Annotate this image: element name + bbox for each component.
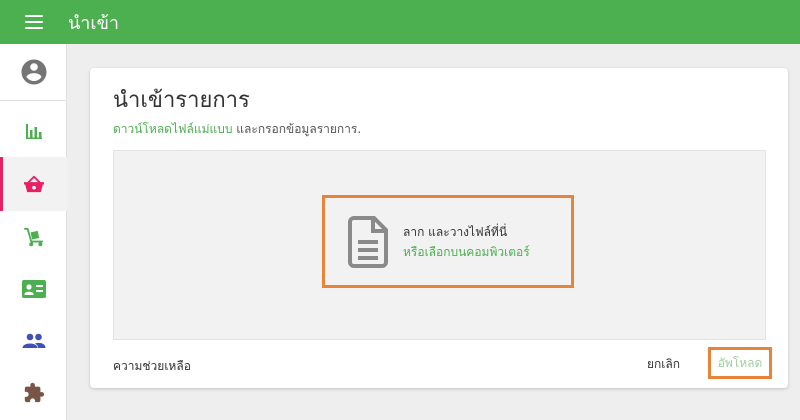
- import-card: นำเข้ารายการ ดาวน์โหลดไฟล์แม่แบบ และกรอก…: [90, 68, 788, 388]
- app-title: นำเข้า: [68, 12, 119, 34]
- app-bar: นำเข้า: [0, 0, 800, 44]
- hand-truck-icon: [23, 227, 43, 247]
- help-link[interactable]: ความช่วยเหลือ: [113, 357, 191, 376]
- contact-card-icon: [21, 280, 46, 298]
- cancel-button[interactable]: ยกเลิก: [647, 355, 680, 374]
- sidebar-item-basket[interactable]: [0, 157, 67, 211]
- sidebar-item-contacts[interactable]: [0, 263, 67, 315]
- instruction-rest: และกรอกข้อมูลรายการ.: [232, 122, 362, 136]
- account-circle-icon: [21, 59, 46, 85]
- puzzle-icon: [24, 382, 44, 403]
- browse-computer-link[interactable]: หรือเลือกบนคอมพิวเตอร์: [403, 242, 530, 262]
- drag-drop-label: ลาก และวางไฟล์ที่นี่: [403, 224, 508, 239]
- bar-chart-icon: [25, 124, 42, 139]
- people-icon: [22, 333, 45, 348]
- sidebar-item-extensions[interactable]: [0, 367, 67, 419]
- drop-target-highlight[interactable]: ลาก และวางไฟล์ที่นี่ หรือเลือกบนคอมพิวเต…: [322, 195, 574, 288]
- file-icon: [348, 215, 388, 268]
- sidebar-item-people[interactable]: [0, 315, 67, 367]
- sidebar-item-account[interactable]: [0, 44, 67, 101]
- instruction-text: ดาวน์โหลดไฟล์แม่แบบ และกรอกข้อมูลรายการ.: [113, 120, 361, 139]
- sidebar-item-delivery[interactable]: [0, 211, 67, 263]
- upload-button[interactable]: อัพโหลด: [708, 347, 772, 379]
- page-title: นำเข้ารายการ: [113, 88, 250, 113]
- dropzone-text: ลาก และวางไฟล์ที่นี่ หรือเลือกบนคอมพิวเต…: [403, 222, 530, 262]
- file-dropzone[interactable]: ลาก และวางไฟล์ที่นี่ หรือเลือกบนคอมพิวเต…: [113, 150, 766, 340]
- sidebar: [0, 44, 67, 420]
- sidebar-item-reports[interactable]: [0, 105, 67, 157]
- basket-icon: [23, 175, 44, 193]
- menu-icon[interactable]: [25, 15, 43, 29]
- download-template-link[interactable]: ดาวน์โหลดไฟล์แม่แบบ: [113, 122, 232, 136]
